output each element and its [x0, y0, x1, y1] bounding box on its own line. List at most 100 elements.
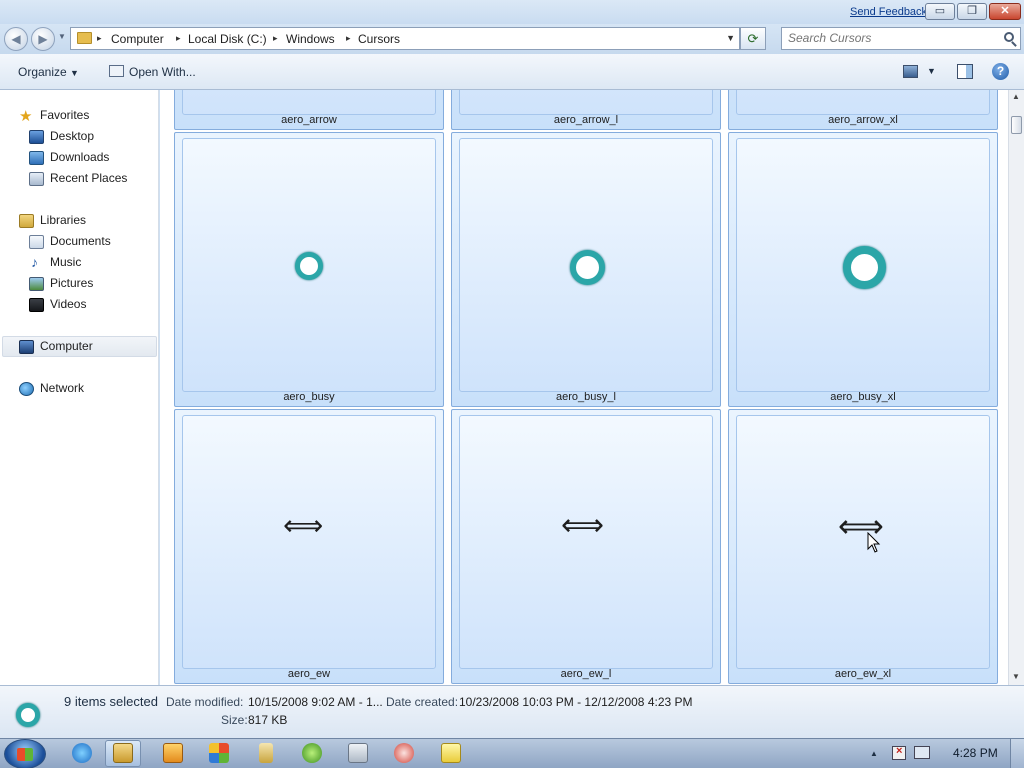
file-name: aero_busy	[283, 391, 335, 403]
nav-music[interactable]: Music	[50, 253, 81, 273]
ew-resize-cursor-icon: ⟺	[283, 509, 324, 542]
file-thumbnail: ⟺	[182, 415, 436, 669]
file-tile[interactable]: aero_arrow_l	[451, 90, 721, 130]
snipping-icon[interactable]	[394, 743, 414, 763]
star-icon: ★	[19, 108, 33, 125]
file-name: aero_arrow_l	[553, 114, 619, 126]
file-tile[interactable]: aero_busy	[174, 132, 444, 407]
date-created-label: Date created:	[386, 695, 459, 709]
sticky-notes-icon[interactable]	[441, 743, 461, 763]
file-thumbnail	[736, 90, 990, 115]
file-thumbnail	[459, 138, 713, 392]
network-icon	[19, 382, 34, 396]
navigation-pane: ★ Favorites Desktop Downloads Recent Pla…	[0, 90, 159, 685]
minimize-button[interactable]: ▭	[925, 3, 955, 20]
computer-icon	[19, 340, 34, 354]
close-button[interactable]: ✕	[989, 3, 1021, 20]
file-tile[interactable]: ⟺ aero_ew_l	[451, 409, 721, 684]
taskbar-clock[interactable]: 4:28 PM	[953, 746, 998, 760]
size-value: 817 KB	[248, 713, 288, 727]
details-pane: 9 items selected Date modified: 10/15/20…	[0, 685, 1024, 738]
open-with-button[interactable]: Open With...	[129, 65, 196, 79]
start-button[interactable]	[4, 739, 46, 768]
breadcrumb-separator-icon[interactable]: ▸	[346, 33, 351, 44]
file-thumbnail	[459, 90, 713, 115]
file-name: aero_ew	[287, 668, 331, 680]
windows-explorer-icon[interactable]	[113, 743, 133, 763]
command-bar: Organize ▼ Open With... ▼ ?	[0, 54, 1024, 90]
refresh-button[interactable]: ⟳	[740, 27, 766, 50]
organize-label: Organize	[18, 65, 67, 79]
ew-resize-cursor-icon: ⟺	[561, 508, 605, 543]
action-center-icon[interactable]	[914, 746, 930, 759]
nav-documents[interactable]: Documents	[50, 232, 111, 252]
nav-videos[interactable]: Videos	[50, 295, 86, 315]
preview-pane-icon[interactable]	[957, 64, 973, 79]
breadcrumb-separator-icon[interactable]: ▸	[273, 33, 278, 44]
file-tile[interactable]: aero_busy_xl	[728, 132, 998, 407]
xbox-icon[interactable]	[302, 743, 322, 763]
view-options-dropdown[interactable]: ▼	[927, 66, 936, 76]
scroll-thumb[interactable]	[1011, 116, 1022, 134]
nav-libraries[interactable]: Libraries	[40, 211, 86, 231]
nav-pictures[interactable]: Pictures	[50, 274, 93, 294]
nav-favorites[interactable]: Favorites	[40, 106, 89, 126]
show-desktop-button[interactable]	[1010, 739, 1024, 768]
documents-icon	[29, 235, 44, 249]
nav-downloads[interactable]: Downloads	[50, 148, 109, 168]
search-icon[interactable]	[1004, 32, 1014, 42]
tools-icon[interactable]	[259, 743, 273, 763]
internet-explorer-icon[interactable]	[72, 743, 92, 763]
address-bar[interactable]: ▸ Computer ▸ Local Disk (C:) ▸ Windows ▸…	[70, 27, 740, 50]
file-name: aero_arrow_xl	[828, 114, 898, 126]
forward-button[interactable]: ▶	[31, 27, 55, 51]
breadcrumb-local-disk[interactable]: Local Disk (C:)	[188, 32, 267, 46]
videos-icon	[29, 298, 44, 312]
music-icon: ♪	[31, 254, 38, 270]
change-view-icon[interactable]	[903, 65, 918, 78]
network-status-icon[interactable]	[892, 745, 906, 760]
help-icon[interactable]: ?	[992, 63, 1009, 80]
busy-cursor-icon	[16, 703, 40, 727]
nav-desktop[interactable]: Desktop	[50, 127, 94, 147]
show-hidden-icons-icon[interactable]: ▲	[870, 749, 878, 758]
file-tile[interactable]: aero_busy_l	[451, 132, 721, 407]
maximize-button[interactable]: ❐	[957, 3, 987, 20]
nav-computer[interactable]: Computer	[40, 337, 93, 357]
file-thumbnail: ⟺	[459, 415, 713, 669]
search-input[interactable]	[788, 31, 988, 45]
breadcrumb-windows[interactable]: Windows	[286, 32, 335, 46]
nav-recent-places[interactable]: Recent Places	[50, 169, 127, 189]
busy-cursor-icon	[295, 252, 323, 280]
address-history-dropdown[interactable]: ▼	[726, 33, 735, 43]
busy-cursor-icon	[570, 250, 605, 285]
breadcrumb-separator-icon[interactable]: ▸	[176, 33, 181, 44]
vertical-scrollbar[interactable]: ▲ ▼	[1008, 90, 1024, 685]
file-name: aero_arrow	[281, 114, 337, 126]
scroll-down-icon[interactable]: ▼	[1012, 672, 1020, 681]
send-feedback-link[interactable]: Send Feedback	[850, 6, 927, 18]
taskbar: ▲ 4:28 PM	[0, 738, 1024, 768]
busy-cursor-icon	[843, 246, 886, 289]
file-thumbnail	[182, 90, 436, 115]
file-tile[interactable]: aero_arrow_xl	[728, 90, 998, 130]
organize-button[interactable]: Organize ▼	[18, 65, 79, 79]
file-name: aero_ew_xl	[834, 668, 892, 680]
file-tile[interactable]: ⟺ aero_ew_xl	[728, 409, 998, 684]
file-tile[interactable]: ⟺ aero_ew	[174, 409, 444, 684]
file-tile[interactable]: aero_arrow	[174, 90, 444, 130]
scroll-up-icon[interactable]: ▲	[1012, 92, 1020, 101]
file-thumbnail	[736, 138, 990, 392]
breadcrumb-separator-icon[interactable]: ▸	[97, 33, 102, 44]
media-player-icon[interactable]	[163, 743, 183, 763]
calculator-icon[interactable]	[348, 743, 368, 763]
breadcrumb-cursors[interactable]: Cursors	[358, 32, 400, 46]
selection-count: 9 items selected	[64, 694, 158, 709]
address-row: ◀ ▶ ▼ ▸ Computer ▸ Local Disk (C:) ▸ Win…	[0, 24, 1024, 54]
nav-network[interactable]: Network	[40, 379, 84, 399]
breadcrumb-computer[interactable]: Computer	[111, 32, 164, 46]
recent-pages-dropdown[interactable]: ▼	[58, 32, 66, 41]
search-box[interactable]	[781, 27, 1021, 50]
paint-icon[interactable]	[209, 743, 229, 763]
back-button[interactable]: ◀	[4, 27, 28, 51]
